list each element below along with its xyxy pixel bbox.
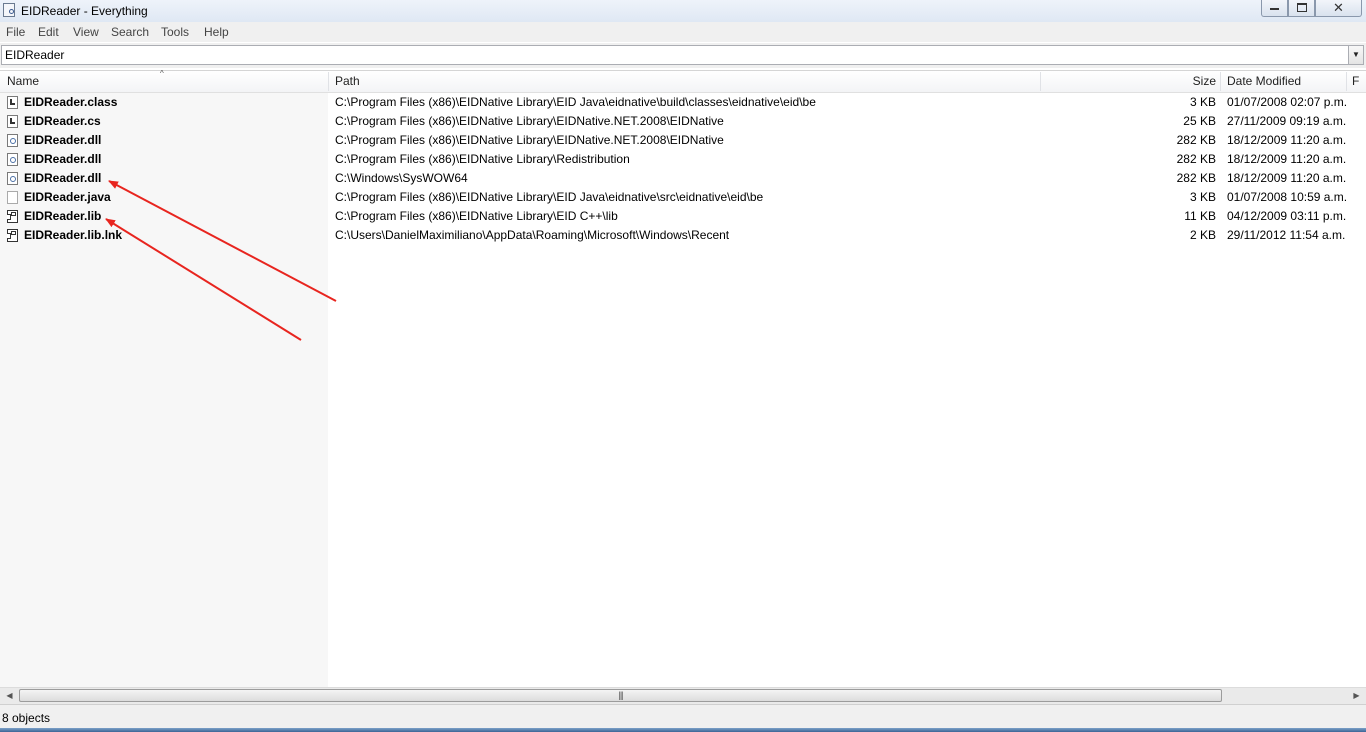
scrollbar-thumb[interactable]: ||| [19, 689, 1222, 702]
table-row[interactable]: EIDReader.dll C:\Windows\SysWOW64 282 KB… [0, 169, 1366, 188]
table-row[interactable]: EIDReader.lib.lnk C:\Users\DanielMaximil… [0, 226, 1366, 245]
file-date-modified: 29/11/2012 11:54 a.m. [1227, 228, 1346, 242]
column-divider[interactable] [328, 72, 329, 91]
menu-help[interactable]: Help [204, 25, 229, 39]
file-name: EIDReader.dll [24, 133, 102, 147]
table-row[interactable]: EIDReader.java C:\Program Files (x86)\EI… [0, 188, 1366, 207]
file-path: C:\Program Files (x86)\EIDNative Library… [335, 133, 724, 147]
table-row[interactable]: EIDReader.class C:\Program Files (x86)\E… [0, 93, 1366, 112]
table-row[interactable]: EIDReader.dll C:\Program Files (x86)\EID… [0, 131, 1366, 150]
file-path: C:\Program Files (x86)\EIDNative Library… [335, 114, 724, 128]
column-header-extra[interactable]: F [1352, 71, 1364, 92]
close-icon: ✕ [1333, 0, 1344, 15]
code-file-icon [7, 115, 18, 128]
file-date-modified: 18/12/2009 11:20 a.m. [1227, 133, 1347, 147]
menu-edit[interactable]: Edit [38, 25, 59, 39]
grip-icon: ||| [618, 690, 623, 700]
file-name: EIDReader.dll [24, 152, 102, 166]
shortcut-file-icon [7, 229, 18, 242]
lib-file-icon [7, 210, 18, 223]
file-path: C:\Program Files (x86)\EIDNative Library… [335, 209, 618, 223]
column-header-size[interactable]: Size [1130, 71, 1216, 92]
search-input[interactable] [1, 45, 1349, 65]
file-size: 282 KB [1176, 133, 1216, 147]
column-header-path[interactable]: Path [335, 71, 1035, 92]
results-list[interactable]: Name ^ Path Size Date Modified F EIDRead… [0, 69, 1366, 687]
file-path: C:\Program Files (x86)\EIDNative Library… [335, 190, 764, 204]
column-divider[interactable] [1220, 72, 1221, 91]
scroll-right-icon[interactable]: ▶ [1348, 688, 1365, 704]
column-header-row: Name ^ Path Size Date Modified F [0, 69, 1366, 93]
file-date-modified: 01/07/2008 10:59 a.m. [1227, 190, 1348, 204]
file-path: C:\Windows\SysWOW64 [335, 171, 468, 185]
result-rows: EIDReader.class C:\Program Files (x86)\E… [0, 93, 1366, 245]
menu-file[interactable]: File [6, 25, 25, 39]
horizontal-scrollbar[interactable]: ◀ ||| ▶ [0, 687, 1366, 704]
blank-file-icon [7, 191, 18, 204]
close-button[interactable]: ✕ [1315, 0, 1362, 17]
file-date-modified: 18/12/2009 11:20 a.m. [1227, 171, 1347, 185]
table-row[interactable]: EIDReader.cs C:\Program Files (x86)\EIDN… [0, 112, 1366, 131]
file-name: EIDReader.dll [24, 171, 102, 185]
chevron-down-icon: ▼ [1352, 50, 1360, 59]
file-date-modified: 18/12/2009 11:20 a.m. [1227, 152, 1347, 166]
app-icon[interactable] [3, 3, 15, 17]
search-bar: ▼ [0, 43, 1366, 68]
minimize-icon [1270, 8, 1279, 10]
window-title: EIDReader - Everything [21, 4, 148, 18]
file-size: 3 KB [1189, 95, 1216, 109]
restore-icon [1296, 3, 1307, 12]
dll-file-icon [7, 172, 18, 185]
file-size: 25 KB [1183, 114, 1216, 128]
file-size: 282 KB [1176, 152, 1216, 166]
minimize-button[interactable] [1261, 0, 1288, 17]
everything-window: EIDReader - Everything ✕ File Edit View … [0, 0, 1366, 732]
title-bar[interactable]: EIDReader - Everything ✕ [0, 0, 1366, 22]
file-name: EIDReader.cs [24, 114, 101, 128]
file-size: 2 KB [1189, 228, 1216, 242]
file-path: C:\Program Files (x86)\EIDNative Library… [335, 152, 630, 166]
taskbar-edge [0, 728, 1366, 732]
file-name: EIDReader.java [24, 190, 111, 204]
column-divider[interactable] [1346, 72, 1347, 91]
status-bar: 8 objects [0, 704, 1366, 728]
menu-view[interactable]: View [73, 25, 99, 39]
scroll-left-icon[interactable]: ◀ [1, 688, 18, 704]
table-row[interactable]: EIDReader.lib C:\Program Files (x86)\EID… [0, 207, 1366, 226]
dll-file-icon [7, 134, 18, 147]
file-date-modified: 04/12/2009 03:11 p.m. [1227, 209, 1347, 223]
file-path: C:\Program Files (x86)\EIDNative Library… [335, 95, 816, 109]
file-size: 3 KB [1189, 190, 1216, 204]
dll-file-icon [7, 153, 18, 166]
code-file-icon [7, 96, 18, 109]
file-size: 11 KB [1184, 209, 1216, 223]
file-size: 282 KB [1176, 171, 1216, 185]
file-date-modified: 01/07/2008 02:07 p.m. [1227, 95, 1348, 109]
sort-ascending-icon: ^ [160, 69, 164, 78]
table-row[interactable]: EIDReader.dll C:\Program Files (x86)\EID… [0, 150, 1366, 169]
file-name: EIDReader.class [24, 95, 118, 109]
restore-button[interactable] [1288, 0, 1315, 17]
column-divider[interactable] [1040, 72, 1041, 91]
column-header-name[interactable]: Name [7, 71, 327, 92]
menu-bar: File Edit View Search Tools Help [0, 22, 1366, 42]
file-date-modified: 27/11/2009 09:19 a.m. [1227, 114, 1347, 128]
column-header-date-modified[interactable]: Date Modified [1227, 71, 1337, 92]
file-path: C:\Users\DanielMaximiliano\AppData\Roami… [335, 228, 730, 242]
object-count: 8 objects [2, 711, 51, 725]
menu-tools[interactable]: Tools [161, 25, 189, 39]
menu-search[interactable]: Search [111, 25, 149, 39]
file-name: EIDReader.lib.lnk [24, 228, 123, 242]
file-name: EIDReader.lib [24, 209, 102, 223]
search-history-dropdown[interactable]: ▼ [1348, 45, 1364, 65]
